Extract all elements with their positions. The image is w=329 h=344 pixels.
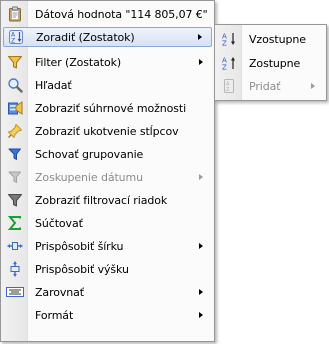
- menu-item-sort-descending[interactable]: A Z Zostupne: [217, 53, 324, 73]
- menu-item-add-sort: A Z Pridať: [217, 76, 324, 96]
- sort-ascending-icon: A Z: [217, 29, 241, 49]
- submenu-arrow-icon: [196, 174, 206, 180]
- menu-item-label: Formát: [35, 308, 74, 322]
- menu-item-sort[interactable]: A Z Zoradiť (Zostatok): [3, 27, 212, 47]
- clipboard-icon: [3, 4, 27, 24]
- menu-item-fit-height[interactable]: Prispôsobiť výšku: [3, 259, 212, 279]
- submenu-arrow-icon: [196, 243, 206, 249]
- filter-icon: [3, 52, 27, 72]
- menu-item-sum[interactable]: Súčtovať: [3, 213, 212, 233]
- menu-item-label: Zoradiť (Zostatok): [36, 30, 135, 44]
- filter-row-icon: [3, 190, 27, 210]
- sort-context-menu: Dátová hodnota "114 805,07 €" A Z Zoradi…: [0, 0, 215, 342]
- menu-item-label: Vzostupne: [249, 32, 306, 46]
- menu-item-filter-row[interactable]: Zobraziť filtrovací riadok: [3, 190, 212, 210]
- menu-item-label: Súčtovať: [35, 216, 83, 230]
- menu-item-label: Schovať grupovanie: [35, 147, 144, 161]
- submenu-arrow-icon: [195, 34, 205, 40]
- menu-item-label: Zarovnať: [35, 285, 85, 299]
- menu-item-filter[interactable]: Filter (Zostatok): [3, 52, 212, 72]
- menu-item-date-grouping: Zoskupenie dátumu: [3, 167, 212, 187]
- menu-item-label: Zoskupenie dátumu: [35, 170, 144, 184]
- svg-text:Z: Z: [11, 38, 15, 45]
- menu-item-label: Pridať: [249, 79, 281, 93]
- submenu-arrow-icon: [196, 59, 206, 65]
- format-icon: [3, 305, 27, 325]
- sum-icon: [3, 213, 27, 233]
- submenu-arrow-icon: [196, 312, 206, 318]
- svg-text:Z: Z: [222, 64, 227, 72]
- menu-item-label: Filter (Zostatok): [35, 55, 122, 69]
- submenu-arrow-icon: [196, 289, 206, 295]
- submenu-arrow-icon: [308, 83, 318, 89]
- align-icon: [3, 282, 27, 302]
- menu-item-label: Prispôsobiť šírku: [35, 239, 124, 253]
- menu-item-label: Prispôsobiť výšku: [35, 262, 129, 276]
- summary-options-icon: [3, 98, 27, 118]
- menu-item-format[interactable]: Formát: [3, 305, 212, 325]
- menu-item-sort-ascending[interactable]: A Z Vzostupne: [217, 29, 324, 49]
- svg-text:Z: Z: [222, 40, 227, 48]
- search-icon: [3, 75, 27, 95]
- group-filter-icon: [3, 144, 27, 164]
- menu-item-label: Hľadať: [35, 78, 72, 92]
- svg-text:Z: Z: [226, 87, 230, 93]
- date-group-icon: [3, 167, 27, 187]
- menu-item-summary-options[interactable]: Zobraziť súhrnové možnosti: [3, 98, 212, 118]
- menu-item-label: Zobraziť súhrnové možnosti: [35, 101, 187, 115]
- sort-submenu: A Z Vzostupne A Z Zostupne A Z Pridať: [214, 24, 327, 101]
- menu-item-align[interactable]: Zarovnať: [3, 282, 212, 302]
- menu-item-fit-width[interactable]: Prispôsobiť šírku: [3, 236, 212, 256]
- menu-item-label: Zobraziť filtrovací riadok: [35, 193, 168, 207]
- sort-descending-icon: A Z: [217, 53, 241, 73]
- fit-height-icon: [3, 259, 27, 279]
- fit-width-icon: [3, 236, 27, 256]
- menu-item-hide-grouping[interactable]: Schovať grupovanie: [3, 144, 212, 164]
- menu-item-label: Zobraziť ukotvenie stĺpcov: [35, 124, 179, 138]
- menu-item-column-pinning[interactable]: Zobraziť ukotvenie stĺpcov: [3, 121, 212, 141]
- menu-item-search[interactable]: Hľadať: [3, 75, 212, 95]
- pin-icon: [3, 121, 27, 141]
- menu-item-label: Dátová hodnota "114 805,07 €": [35, 7, 208, 21]
- menu-item-label: Zostupne: [249, 56, 301, 70]
- sort-icon: A Z: [4, 27, 28, 47]
- add-sort-icon: A Z: [217, 76, 241, 96]
- menu-item-data-value[interactable]: Dátová hodnota "114 805,07 €": [3, 4, 212, 24]
